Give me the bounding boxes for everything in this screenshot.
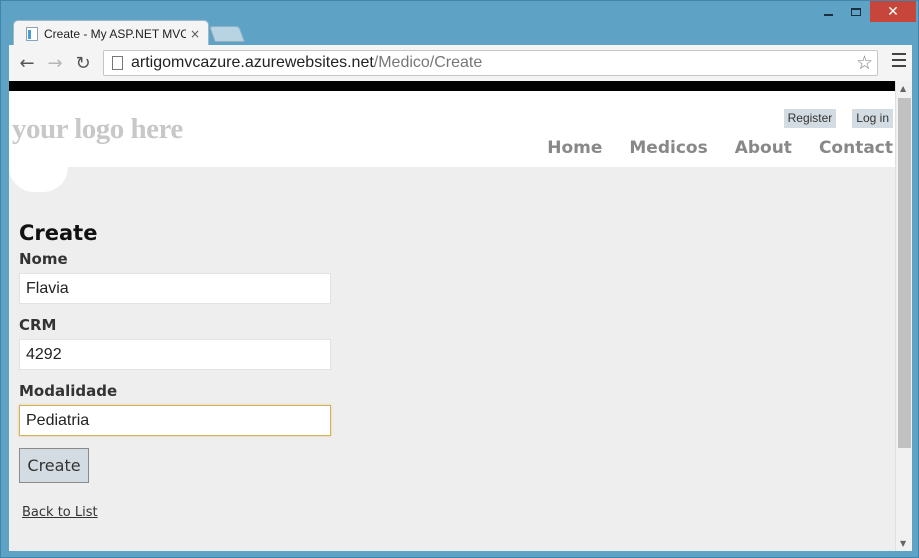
create-form: Create Nome CRM Modalidade Create Back t… <box>19 221 419 520</box>
nav-home[interactable]: Home <box>547 138 602 158</box>
url-host: artigomvcazure.azurewebsites.net <box>131 54 374 71</box>
crm-input[interactable] <box>19 339 331 370</box>
top-black-bar <box>9 81 912 91</box>
nav-medicos[interactable]: Medicos <box>629 138 707 158</box>
reload-button[interactable]: ↻ <box>69 49 97 77</box>
scroll-up-icon[interactable]: ▲ <box>900 84 906 93</box>
tab-title: Create - My ASP.NET MVC <box>44 26 186 41</box>
back-button[interactable]: ← <box>13 49 41 77</box>
back-to-list-link[interactable]: Back to List <box>22 505 98 520</box>
forward-arrow-icon: → <box>47 52 63 74</box>
browser-toolbar: ← → ↻ artigomvcazure.azurewebsites.net/M… <box>9 45 912 81</box>
new-tab-button[interactable] <box>209 26 245 42</box>
nome-label: Nome <box>19 250 68 268</box>
page-title: Create <box>19 221 98 245</box>
url-path: /Medico/Create <box>373 54 483 71</box>
page-icon <box>112 56 123 70</box>
bookmark-star-icon[interactable]: ☆ <box>856 52 873 74</box>
main-nav: Home Medicos About Contact <box>547 138 893 158</box>
login-link[interactable]: Log in <box>852 109 893 128</box>
url-text: artigomvcazure.azurewebsites.net/Medico/… <box>131 54 482 72</box>
modalidade-input[interactable] <box>19 405 331 436</box>
nome-input[interactable] <box>19 273 331 304</box>
site-header: your logo here Register Log in Home Medi… <box>9 91 895 192</box>
scroll-down-icon[interactable]: ▼ <box>900 539 906 548</box>
tab-strip: Create - My ASP.NET MVC × <box>1 1 919 46</box>
forward-button[interactable]: → <box>41 49 69 77</box>
browser-menu-icon[interactable] <box>892 53 906 67</box>
back-arrow-icon: ← <box>19 52 35 74</box>
scroll-thumb[interactable] <box>898 98 911 448</box>
crm-label: CRM <box>19 316 57 334</box>
login-links: Register Log in <box>783 109 893 128</box>
logo-bubble <box>9 167 68 192</box>
vertical-scrollbar[interactable]: ▲ ▼ <box>895 81 912 551</box>
nav-contact[interactable]: Contact <box>819 138 893 158</box>
address-bar[interactable]: artigomvcazure.azurewebsites.net/Medico/… <box>103 50 878 76</box>
site-logo[interactable]: your logo here <box>12 113 183 146</box>
page-viewport: your logo here Register Log in Home Medi… <box>9 81 912 551</box>
tab-create[interactable]: Create - My ASP.NET MVC × <box>13 20 209 46</box>
browser-window: ✕ Create - My ASP.NET MVC × ← → ↻ artigo… <box>0 0 919 558</box>
tab-close-icon[interactable]: × <box>190 27 200 41</box>
nav-about[interactable]: About <box>735 138 792 158</box>
register-link[interactable]: Register <box>783 109 837 128</box>
modalidade-label: Modalidade <box>19 382 118 400</box>
reload-icon: ↻ <box>75 52 91 74</box>
page-favicon-icon <box>26 26 38 41</box>
create-button[interactable]: Create <box>19 448 89 483</box>
